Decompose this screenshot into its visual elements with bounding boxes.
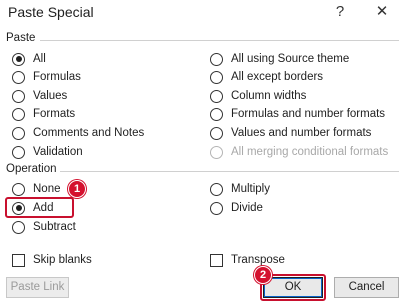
radio-label: Multiply [231, 183, 270, 195]
radio-option-formulas-and-number-formats[interactable]: Formulas and number formats [210, 105, 385, 123]
radio-button[interactable] [12, 145, 25, 159]
radio-button[interactable] [12, 70, 25, 84]
paste-link-button[interactable]: Paste Link [6, 277, 69, 298]
radio-label: Values [33, 90, 68, 102]
radio-button[interactable] [12, 89, 25, 103]
radio-button[interactable] [12, 52, 25, 66]
radio-label: Comments and Notes [33, 127, 145, 139]
radio-label: Column widths [231, 90, 307, 102]
radio-option-formats[interactable]: Formats [12, 105, 75, 123]
radio-label: All merging conditional formats [231, 146, 389, 158]
radio-label: Formulas [33, 71, 81, 83]
radio-button [210, 145, 223, 159]
skip-blanks-label: Skip blanks [33, 254, 92, 266]
radio-option-all-except-borders[interactable]: All except borders [210, 68, 323, 86]
radio-option-none[interactable]: None [12, 180, 61, 198]
ok-button[interactable]: OK [263, 277, 323, 298]
paste-section-divider [40, 40, 399, 41]
step-2-badge: 2 [254, 266, 272, 284]
cancel-button[interactable]: Cancel [334, 277, 399, 298]
radio-button[interactable] [210, 201, 223, 215]
radio-label: All using Source theme [231, 53, 350, 65]
transpose-label: Transpose [231, 254, 285, 266]
radio-option-validation[interactable]: Validation [12, 143, 83, 161]
radio-option-divide[interactable]: Divide [210, 199, 263, 217]
radio-option-subtract[interactable]: Subtract [12, 218, 76, 236]
step-1-badge: 1 [68, 180, 86, 198]
radio-button[interactable] [12, 107, 25, 121]
radio-button[interactable] [210, 70, 223, 84]
radio-button[interactable] [12, 220, 25, 234]
radio-label: Validation [33, 146, 83, 158]
radio-option-comments-and-notes[interactable]: Comments and Notes [12, 124, 144, 142]
dialog-title: Paste Special [8, 4, 94, 20]
transpose-checkbox[interactable] [210, 253, 223, 267]
help-button[interactable]: ? [326, 2, 354, 22]
radio-label: Formulas and number formats [231, 108, 386, 120]
close-button[interactable]: ✕ [368, 2, 396, 22]
radio-option-all[interactable]: All [12, 50, 46, 68]
operation-section-divider [60, 171, 399, 172]
radio-option-column-widths[interactable]: Column widths [210, 87, 306, 105]
radio-label: Add [33, 202, 54, 214]
radio-button[interactable] [12, 126, 25, 140]
radio-label: All [33, 53, 46, 65]
radio-button[interactable] [210, 107, 223, 121]
radio-option-values[interactable]: Values [12, 87, 67, 105]
radio-option-add[interactable]: Add [12, 199, 53, 217]
radio-option-multiply[interactable]: Multiply [210, 180, 270, 198]
radio-button[interactable] [210, 182, 223, 196]
radio-label: Divide [231, 202, 263, 214]
radio-button[interactable] [210, 89, 223, 103]
operation-section-label: Operation [6, 163, 57, 175]
radio-button[interactable] [210, 126, 223, 140]
radio-label: Values and number formats [231, 127, 372, 139]
radio-option-formulas[interactable]: Formulas [12, 68, 81, 86]
radio-button[interactable] [210, 52, 223, 66]
radio-label: None [33, 183, 61, 195]
radio-label: Formats [33, 108, 76, 120]
radio-option-all-merging-conditional-formats: All merging conditional formats [210, 143, 388, 161]
radio-option-all-using-source-theme[interactable]: All using Source theme [210, 50, 349, 68]
skip-blanks-checkbox-row[interactable]: Skip blanks [12, 251, 92, 269]
skip-blanks-checkbox[interactable] [12, 253, 25, 267]
radio-button[interactable] [12, 182, 25, 196]
transpose-checkbox-row[interactable]: Transpose [210, 251, 285, 269]
paste-section-label: Paste [6, 32, 36, 44]
radio-label: Subtract [33, 221, 76, 233]
radio-option-values-and-number-formats[interactable]: Values and number formats [210, 124, 371, 142]
radio-label: All except borders [231, 71, 324, 83]
radio-button[interactable] [12, 201, 25, 215]
